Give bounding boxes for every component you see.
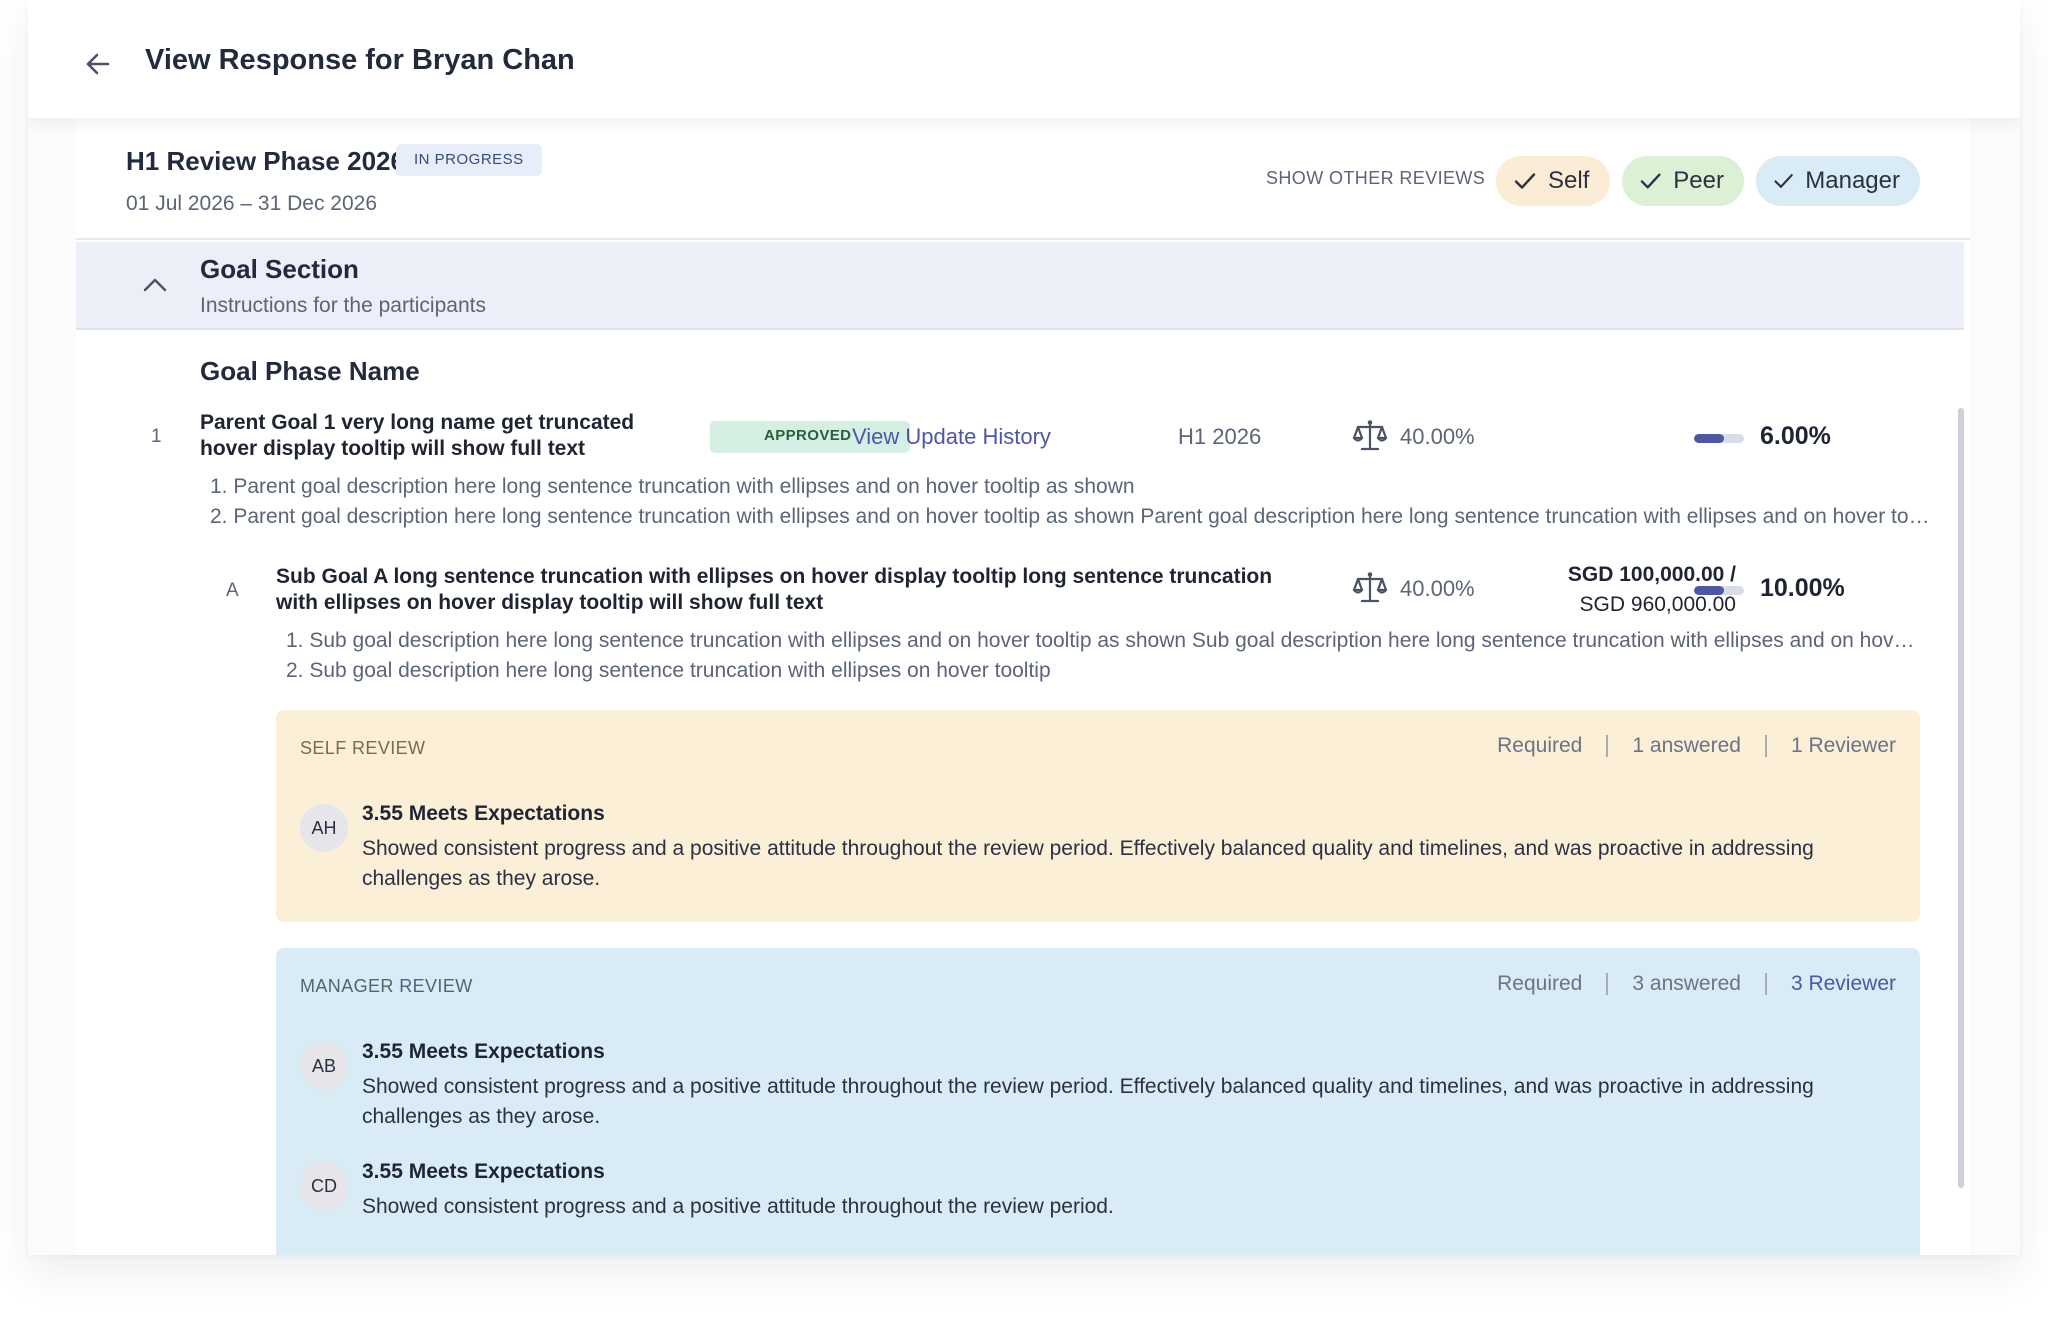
status-badge: IN PROGRESS [396,144,542,176]
response-text: Showed consistent progress and a positiv… [362,1075,1814,1128]
self-review-meta: Required 1 answered 1 Reviewer [1497,734,1896,758]
subgoal-progress-bar [1694,586,1744,595]
self-review-title: SELF REVIEW [300,738,426,758]
response-text: Showed consistent progress and a positiv… [362,1195,1114,1218]
reviewer-count-link[interactable]: 3 Reviewer [1791,972,1896,996]
section-title: Goal Section [200,254,359,284]
subgoal-name[interactable]: Sub Goal A long sentence truncation with… [276,564,1296,616]
manager-review-toggle[interactable]: Manager [1756,156,1920,206]
goal-description-2[interactable]: 2. Parent goal description here long sen… [210,502,1930,532]
page-title: View Response for Bryan Chan [145,44,575,76]
self-review-toggle[interactable]: Self [1496,156,1610,206]
goal-progress-fill [1694,434,1724,443]
app-window: View Response for Bryan Chan H1 Review P… [28,0,2020,1255]
goal-period: H1 2026 [1178,424,1262,449]
goal-description-1[interactable]: 1. Parent goal description here long sen… [210,472,1930,502]
subgoal-index: A [226,580,239,601]
manager-review-meta: Required 3 answered 3 Reviewer [1497,972,1896,996]
check-icon [1640,173,1661,189]
response-text: Showed consistent progress and a positiv… [362,837,1814,890]
scale-icon [1352,572,1388,603]
chip-label: Manager [1805,167,1900,194]
phase-title: H1 Review Phase 2026 [126,146,405,176]
subgoal-progress-value: 10.00% [1760,574,1845,602]
section-instructions: Instructions for the participants [200,294,486,317]
manager-review-title: MANAGER REVIEW [300,976,473,996]
view-update-history-link[interactable]: View Update History [852,424,1051,450]
phase-header: H1 Review Phase 2026 IN PROGRESS 01 Jul … [76,118,1970,240]
check-icon [1514,173,1536,189]
subgoal-progress-fill [1694,586,1724,595]
avatar: CD [300,1162,348,1210]
scrollbar-thumb[interactable] [1958,408,1964,1188]
goal-section-header[interactable]: Goal Section Instructions for the partic… [76,242,1964,330]
required-label: Required [1497,734,1583,757]
response-score: 3.55 Meets Expectations [362,1040,605,1063]
show-other-reviews-label: SHOW OTHER REVIEWS [1266,168,1486,188]
peer-review-toggle[interactable]: Peer [1622,156,1744,206]
avatar: AH [300,804,348,852]
self-review-card: SELF REVIEW Required 1 answered 1 Review… [276,710,1920,922]
subgoal-weight: 40.00% [1400,576,1475,601]
goal-name[interactable]: Parent Goal 1 very long name get truncat… [200,410,660,462]
goal-weight: 40.00% [1400,424,1475,449]
manager-review-card: MANAGER REVIEW Required 3 answered 3 Rev… [276,948,1920,1255]
answered-count: 3 answered [1632,972,1741,995]
subgoal-description-1[interactable]: 1. Sub goal description here long senten… [286,626,1926,656]
avatar: AB [300,1042,348,1090]
review-panel: H1 Review Phase 2026 IN PROGRESS 01 Jul … [76,118,1970,1255]
phase-dates: 01 Jul 2026 – 31 Dec 2026 [126,192,378,215]
goal-index: 1 [151,426,162,447]
subgoal-description-2[interactable]: 2. Sub goal description here long senten… [286,656,1926,686]
approved-status: APPROVED [764,427,852,444]
chip-label: Peer [1673,167,1724,194]
goal-phase-name: Goal Phase Name [200,356,420,386]
reviewer-count: 1 Reviewer [1790,734,1896,757]
scale-icon [1352,420,1388,451]
goal-progress-bar [1694,434,1744,443]
scrollbar[interactable] [1958,408,1964,1188]
check-icon [1774,174,1793,188]
arrow-left-icon[interactable] [78,44,118,84]
response-score: 3.55 Meets Expectations [362,802,605,825]
top-bar: View Response for Bryan Chan [28,0,2020,118]
chevron-up-icon[interactable] [140,270,170,300]
divider [1606,735,1609,757]
divider [1764,735,1767,757]
divider [1764,973,1767,995]
answered-count: 1 answered [1632,734,1741,757]
divider [1606,973,1609,995]
goal-progress-value: 6.00% [1760,422,1831,450]
chip-label: Self [1548,167,1590,194]
response-score: 3.55 Meets Expectations [362,1160,605,1183]
required-label: Required [1497,972,1583,995]
